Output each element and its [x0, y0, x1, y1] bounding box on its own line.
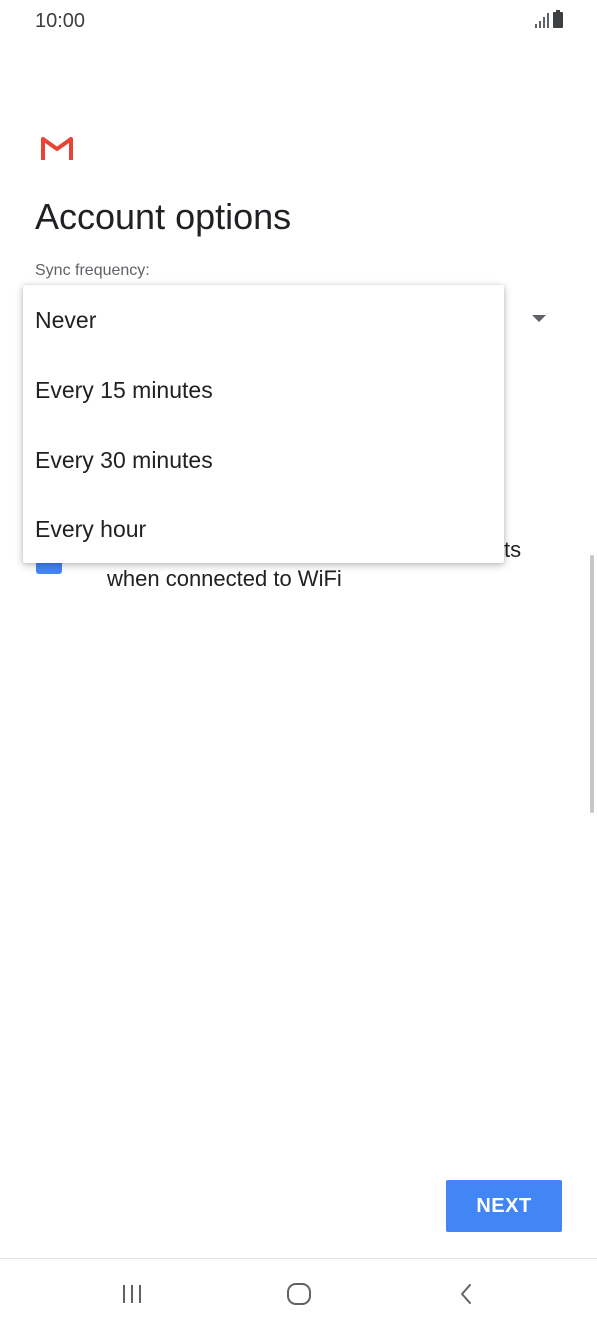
home-button[interactable]: [254, 1259, 344, 1328]
menu-item-every-hour[interactable]: Every hour: [23, 494, 504, 564]
status-time: 10:00: [35, 10, 86, 32]
recent-apps-button[interactable]: [87, 1259, 177, 1328]
menu-item-never[interactable]: Never: [23, 285, 504, 355]
signal-icon: [535, 12, 549, 28]
sync-attachments-label-line1: ts: [504, 537, 522, 562]
dropdown-arrow-icon[interactable]: [532, 315, 546, 322]
gmail-logo-icon: [41, 137, 73, 160]
scrollbar[interactable]: [590, 555, 594, 813]
status-icons: [535, 10, 563, 28]
back-icon: [461, 1283, 471, 1304]
battery-icon: [553, 10, 563, 28]
menu-item-every-30-minutes[interactable]: Every 30 minutes: [23, 425, 504, 495]
sync-frequency-label: Sync frequency:: [35, 262, 150, 279]
back-button[interactable]: [421, 1259, 511, 1328]
home-icon: [287, 1282, 311, 1305]
menu-item-every-15-minutes[interactable]: Every 15 minutes: [23, 355, 504, 425]
status-bar: 10:00: [0, 0, 597, 44]
sync-frequency-menu: Never Every 15 minutes Every 30 minutes …: [23, 285, 504, 563]
navigation-bar: [0, 1259, 597, 1328]
recent-apps-icon: [123, 1284, 141, 1303]
page-title: Account options: [35, 196, 292, 237]
next-button[interactable]: NEXT: [446, 1180, 562, 1232]
sync-attachments-label-line2: when connected to WiFi: [107, 566, 342, 591]
